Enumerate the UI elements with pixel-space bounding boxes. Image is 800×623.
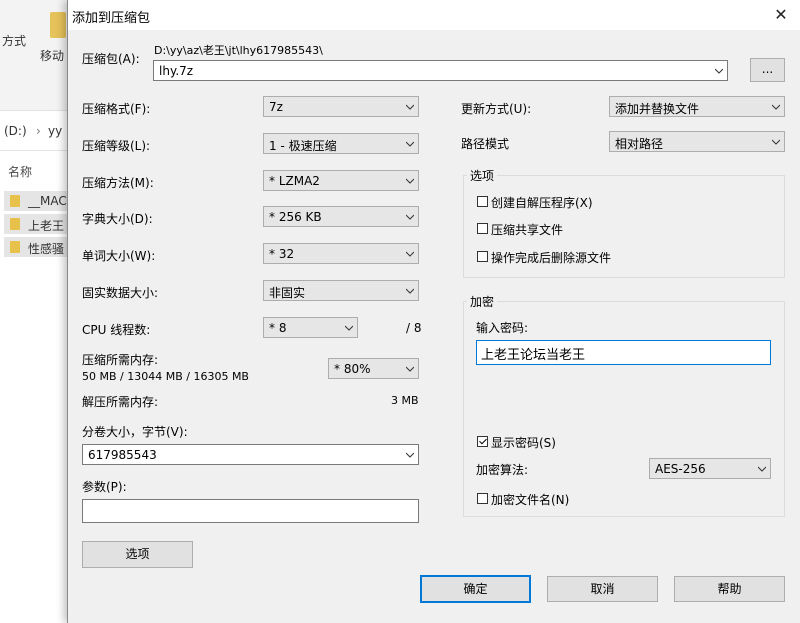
dict-size-select[interactable]: * 256 KB — [263, 206, 419, 227]
dict-size-label: 字典大小(D): — [82, 212, 153, 226]
solid-size-value: 非固实 — [269, 286, 306, 300]
path-mode-select[interactable]: 相对路径 — [609, 131, 785, 152]
chevron-down-icon — [345, 325, 353, 331]
folder-icon — [10, 218, 20, 230]
level-value: 1 - 极速压缩 — [269, 139, 337, 153]
encrypt-names-checkbox[interactable] — [477, 493, 488, 504]
format-select[interactable]: 7z — [263, 96, 419, 117]
encryption-method-label: 加密算法: — [476, 463, 529, 477]
move-to-button[interactable]: 移动 — [40, 47, 64, 64]
update-mode-select[interactable]: 添加并替换文件 — [609, 96, 785, 117]
encryption-group-title: 加密 — [467, 293, 498, 310]
volume-size-value: 617985543 — [88, 448, 157, 462]
delete-after-label[interactable]: 操作完成后删除源文件 — [491, 249, 611, 266]
mem-decompress-label: 解压所需内存: — [82, 395, 159, 409]
chevron-down-icon — [406, 178, 414, 184]
folder-icon — [10, 241, 20, 253]
mem-decompress-value: 3 MB — [391, 394, 419, 407]
update-mode-label: 更新方式(U): — [461, 102, 532, 116]
mem-usage-select[interactable]: * 80% — [328, 358, 419, 379]
volume-size-label: 分卷大小，字节(V): — [82, 425, 188, 439]
encrypt-names-label[interactable]: 加密文件名(N) — [491, 491, 569, 508]
show-password-label[interactable]: 显示密码(S) — [491, 434, 556, 451]
chevron-down-icon — [406, 452, 414, 458]
ok-button[interactable]: 确定 — [420, 575, 531, 603]
breadcrumb-separator: › — [36, 124, 41, 138]
cancel-button[interactable]: 取消 — [547, 576, 658, 602]
method-value: * LZMA2 — [269, 174, 320, 188]
chevron-down-icon — [772, 139, 780, 145]
column-header-name[interactable]: 名称 — [8, 163, 32, 180]
shared-files-checkbox[interactable] — [477, 223, 488, 234]
password-label: 输入密码: — [476, 321, 529, 335]
cpu-threads-label: CPU 线程数: — [82, 323, 151, 337]
cpu-threads-select[interactable]: * 8 — [263, 317, 358, 338]
password-value: 上老王论坛当老王 — [481, 348, 586, 363]
address-drive[interactable]: (D:) — [4, 124, 27, 138]
volume-size-combo[interactable]: 617985543 — [82, 444, 419, 465]
move-folder-icon — [50, 12, 66, 38]
help-button[interactable]: 帮助 — [674, 576, 785, 602]
cpu-threads-max: / 8 — [406, 321, 422, 335]
chevron-down-icon — [406, 104, 414, 110]
method-label: 压缩方法(M): — [82, 176, 154, 190]
options-group-title: 选项 — [467, 167, 498, 184]
archive-name-combo[interactable]: lhy.7z — [153, 60, 728, 81]
chevron-down-icon — [406, 251, 414, 257]
solid-size-select[interactable]: 非固实 — [263, 280, 419, 301]
level-select[interactable]: 1 - 极速压缩 — [263, 133, 419, 154]
folder-icon — [10, 195, 20, 207]
word-size-value: * 32 — [269, 247, 295, 261]
chevron-down-icon — [406, 141, 414, 147]
file-name: __MAC — [28, 194, 67, 208]
params-label: 参数(P): — [82, 480, 127, 494]
dialog-title: 添加到压缩包 — [72, 11, 151, 26]
divider — [0, 150, 70, 151]
mem-usage-value: * 80% — [334, 362, 371, 376]
chevron-down-icon — [406, 288, 414, 294]
chevron-down-icon — [715, 68, 723, 74]
params-input[interactable] — [82, 499, 419, 523]
cpu-threads-value: * 8 — [269, 321, 287, 335]
solid-size-label: 固实数据大小: — [82, 286, 159, 300]
dict-size-value: * 256 KB — [269, 210, 322, 224]
dialog-titlebar[interactable]: 添加到压缩包 ✕ — [68, 0, 800, 30]
ribbon-label-fangshi: 方式 — [2, 34, 27, 48]
mem-compress-detail: 50 MB / 13044 MB / 16305 MB — [82, 370, 249, 383]
encryption-method-value: AES-256 — [655, 462, 706, 476]
address-folder-yy[interactable]: yy — [48, 124, 62, 138]
sfx-label[interactable]: 创建自解压程序(X) — [491, 194, 593, 211]
word-size-label: 单词大小(W): — [82, 249, 156, 263]
archive-label: 压缩包(A): — [82, 52, 140, 66]
options-button[interactable]: 选项 — [82, 541, 193, 568]
shared-files-label[interactable]: 压缩共享文件 — [491, 221, 563, 238]
format-value: 7z — [269, 100, 283, 114]
update-mode-value: 添加并替换文件 — [615, 102, 700, 116]
method-select[interactable]: * LZMA2 — [263, 170, 419, 191]
chevron-down-icon — [406, 366, 414, 372]
encryption-method-select[interactable]: AES-256 — [649, 458, 771, 479]
path-mode-value: 相对路径 — [615, 137, 664, 151]
sfx-checkbox[interactable] — [477, 196, 488, 207]
password-input[interactable]: 上老王论坛当老王 — [476, 340, 771, 365]
chevron-down-icon — [772, 104, 780, 110]
format-label: 压缩格式(F): — [82, 102, 151, 116]
chevron-down-icon — [406, 214, 414, 220]
delete-after-checkbox[interactable] — [477, 251, 488, 262]
archive-name-value: lhy.7z — [159, 64, 194, 78]
file-name: 性感骚 — [28, 242, 65, 256]
chevron-down-icon — [758, 466, 766, 472]
close-icon[interactable]: ✕ — [761, 0, 800, 30]
show-password-checkbox[interactable] — [477, 436, 488, 447]
path-mode-label: 路径模式 — [461, 137, 510, 151]
mem-compress-label: 压缩所需内存: — [82, 353, 159, 367]
file-name: 上老王 — [28, 219, 65, 233]
archive-path: D:\yy\az\老王\jt\lhy617985543\ — [154, 44, 323, 57]
browse-button[interactable]: ... — [750, 58, 785, 82]
add-to-archive-dialog: 添加到压缩包 ✕ 压缩包(A): D:\yy\az\老王\jt\lhy61798… — [67, 0, 800, 623]
word-size-select[interactable]: * 32 — [263, 243, 419, 264]
level-label: 压缩等级(L): — [82, 139, 151, 153]
